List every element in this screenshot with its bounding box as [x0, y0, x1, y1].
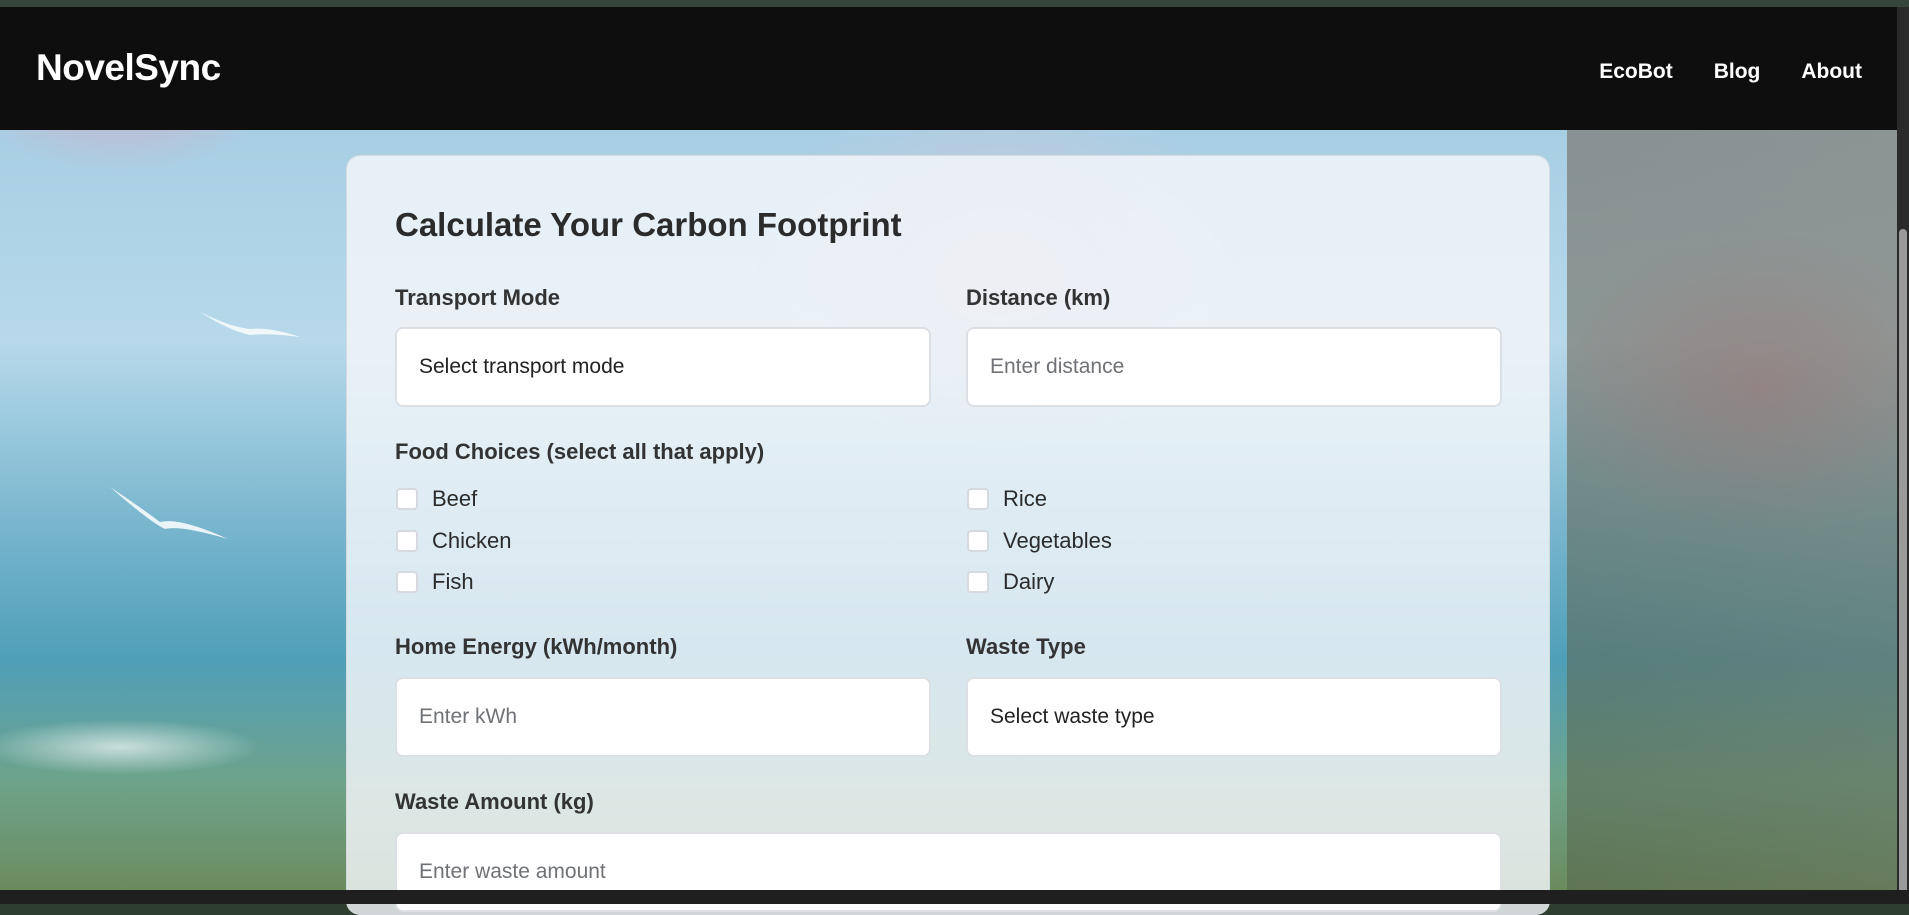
waste-amount-placeholder: Enter waste amount — [419, 860, 606, 883]
food-option-label: Fish — [432, 569, 474, 594]
nav-links: EcoBot Blog About — [1599, 60, 1862, 84]
seagull-illustration — [110, 487, 228, 539]
transport-mode-select[interactable]: Select transport mode — [395, 327, 931, 407]
form-title: Calculate Your Carbon Footprint — [395, 206, 902, 243]
food-option-fish[interactable]: Fish — [396, 569, 474, 595]
checkbox-chicken[interactable] — [396, 530, 418, 552]
checkbox-fish[interactable] — [396, 571, 418, 593]
food-option-label: Rice — [1003, 486, 1048, 511]
food-option-chicken[interactable]: Chicken — [396, 528, 511, 554]
page-scrollbar[interactable] — [1897, 7, 1909, 897]
distance-placeholder: Enter distance — [990, 355, 1125, 378]
checkbox-vegetables[interactable] — [967, 530, 989, 552]
carbon-calculator-card: Calculate Your Carbon Footprint Transpor… — [346, 155, 1550, 915]
distance-label: Distance (km) — [966, 285, 1111, 310]
food-option-rice[interactable]: Rice — [967, 486, 1047, 512]
nav-link-about[interactable]: About — [1801, 60, 1862, 84]
food-option-label: Dairy — [1003, 569, 1055, 594]
food-option-vegetables[interactable]: Vegetables — [967, 528, 1112, 554]
background-tree — [1567, 127, 1897, 890]
home-energy-input[interactable]: Enter kWh — [395, 677, 931, 757]
waste-amount-label: Waste Amount (kg) — [395, 789, 594, 814]
brand-logo[interactable]: NovelSync — [36, 47, 221, 89]
home-energy-label: Home Energy (kWh/month) — [395, 634, 678, 659]
scrollbar-thumb[interactable] — [1899, 229, 1907, 897]
food-option-dairy[interactable]: Dairy — [967, 569, 1054, 595]
waste-type-value: Select waste type — [990, 705, 1155, 728]
os-taskbar — [0, 890, 1909, 904]
checkbox-rice[interactable] — [967, 488, 989, 510]
checkbox-dairy[interactable] — [967, 571, 989, 593]
waste-type-select[interactable]: Select waste type — [966, 677, 1502, 757]
food-option-label: Vegetables — [1003, 528, 1112, 553]
transport-mode-label: Transport Mode — [395, 285, 561, 310]
nav-link-ecobot[interactable]: EcoBot — [1599, 60, 1673, 84]
window-top-strip — [0, 0, 1909, 7]
food-option-beef[interactable]: Beef — [396, 486, 477, 512]
food-option-label: Beef — [432, 486, 478, 511]
food-option-label: Chicken — [432, 528, 512, 553]
distance-input[interactable]: Enter distance — [966, 327, 1502, 407]
top-navbar: NovelSync EcoBot Blog About — [0, 7, 1897, 130]
checkbox-beef[interactable] — [396, 488, 418, 510]
background-sea-foam — [0, 697, 360, 787]
nav-link-blog[interactable]: Blog — [1714, 60, 1761, 84]
food-choices-label: Food Choices (select all that apply) — [395, 439, 765, 464]
waste-type-label: Waste Type — [966, 634, 1086, 659]
transport-mode-value: Select transport mode — [419, 355, 625, 378]
seagull-small-illustration — [200, 312, 300, 337]
home-energy-placeholder: Enter kWh — [419, 705, 518, 728]
